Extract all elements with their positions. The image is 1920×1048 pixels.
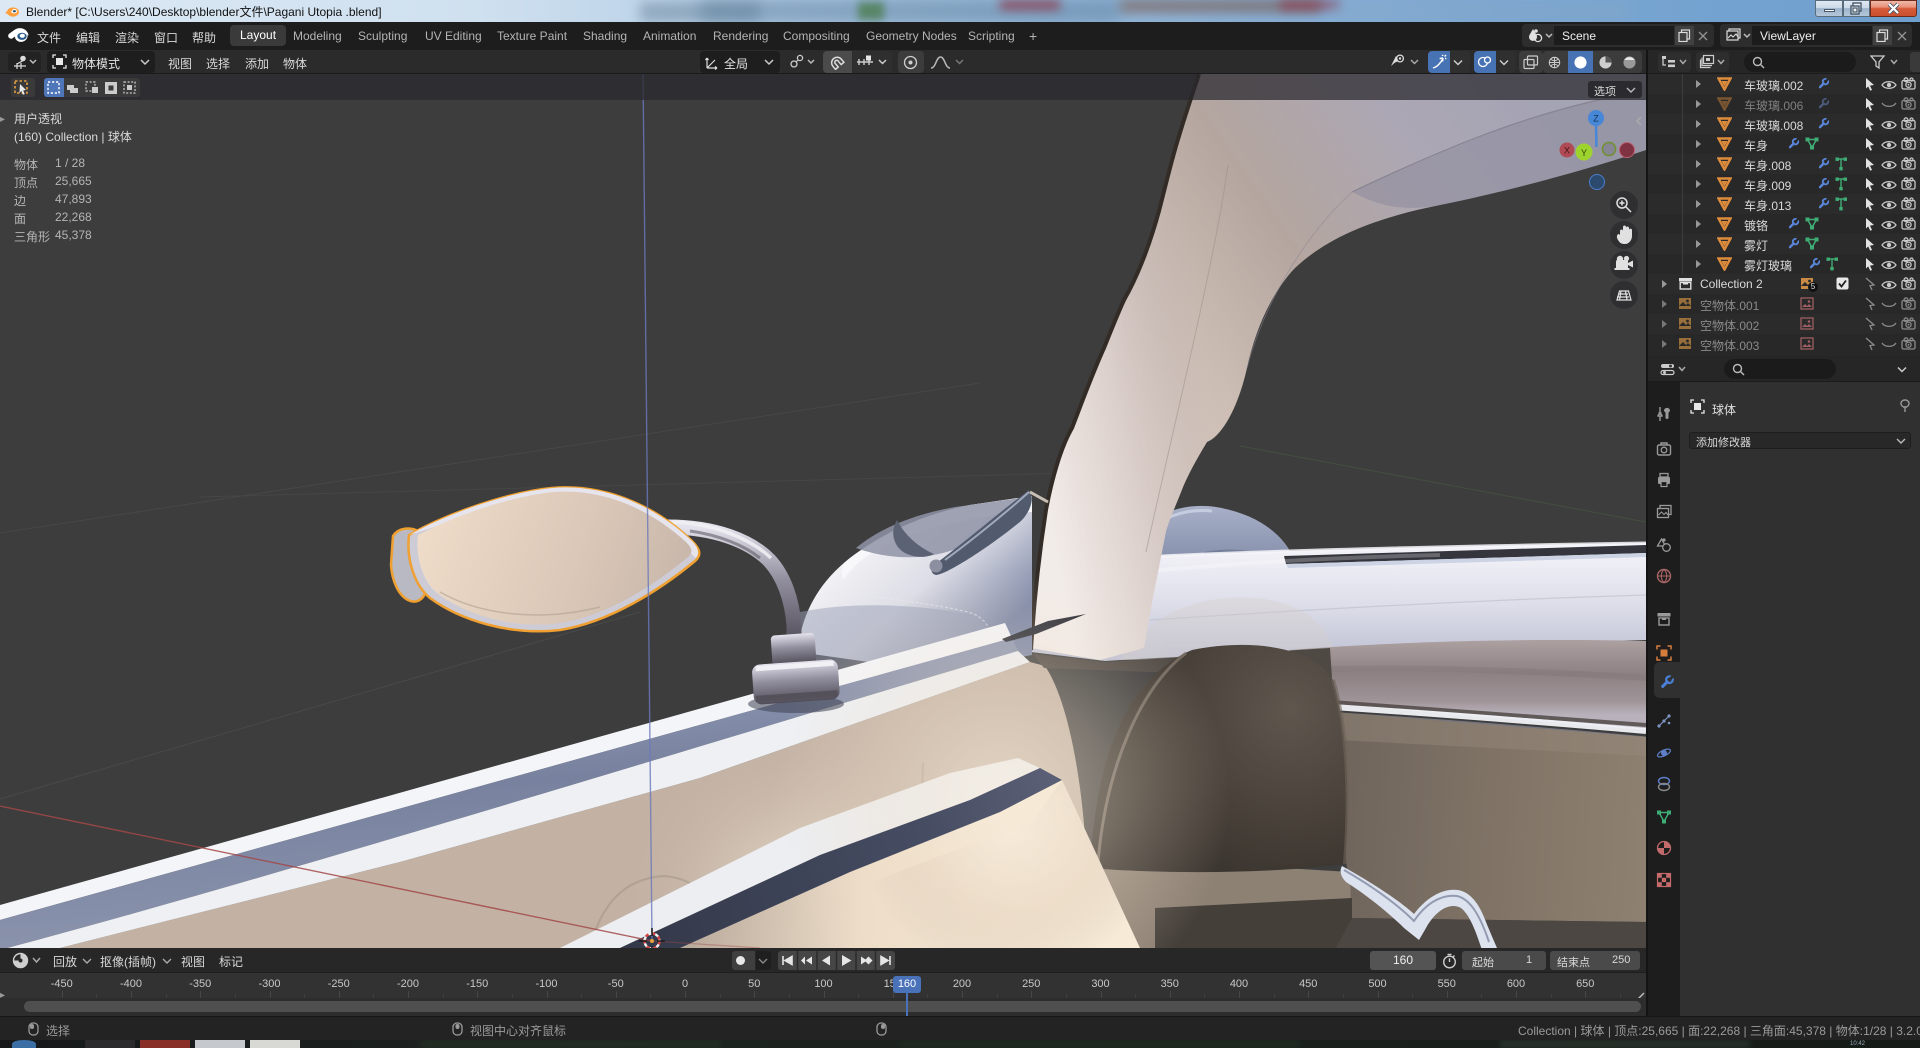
svg-text:Z: Z: [1593, 114, 1599, 124]
svg-text:X: X: [1564, 146, 1570, 156]
svg-text:Y: Y: [1581, 148, 1587, 158]
